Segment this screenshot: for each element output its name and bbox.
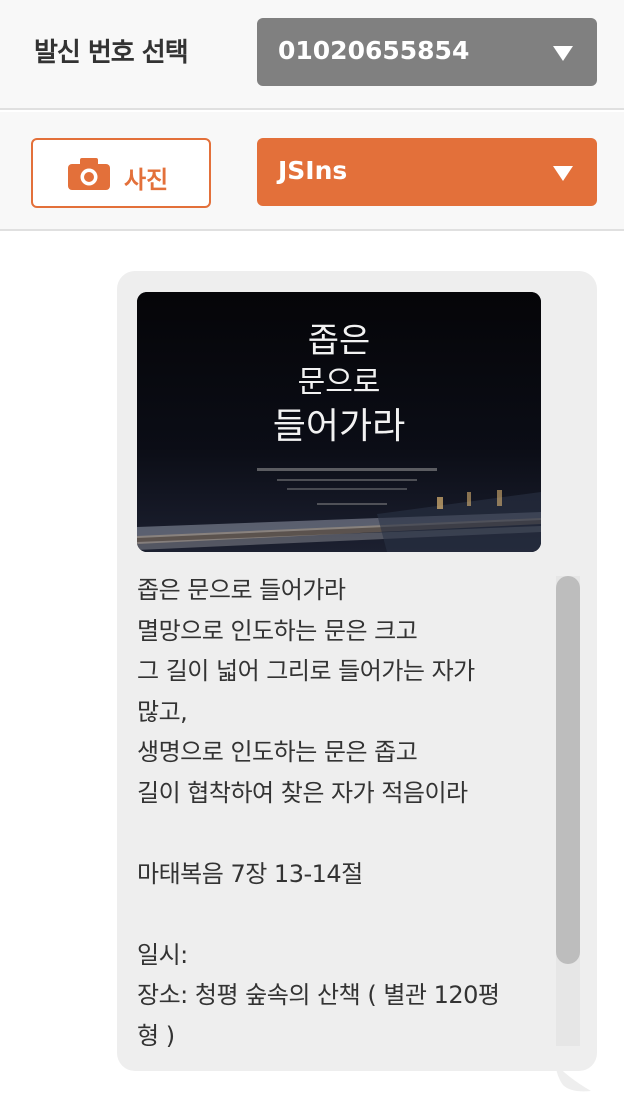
sender-number-select[interactable]: 01020655854 <box>257 18 597 86</box>
photo-button[interactable]: 사진 <box>31 138 211 208</box>
message-line: 좁은 문으로 들어가라 <box>137 576 346 604</box>
poster-title-line3: 들어가라 <box>273 406 405 447</box>
bubble-tail <box>555 1063 591 1092</box>
message-line: 생명으로 인도하는 문은 좁고 <box>137 738 418 766</box>
message-line: 일시: <box>137 940 188 969</box>
message-line: 형 ) <box>137 1021 175 1049</box>
camera-icon <box>68 158 110 190</box>
message-line <box>137 894 555 935</box>
message-text: 좁은 문으로 들어가라 멸망으로 인도하는 문은 크고 그 길이 넓어 그리로 … <box>137 570 555 1048</box>
message-line: 길이 협착하여 찾은 자가 적음이라 <box>137 778 468 807</box>
message-line: 그 길이 넓어 그리로 들어가는 자가 <box>137 657 475 685</box>
message-line: 멸망으로 인도하는 문은 크고 <box>137 616 418 645</box>
template-select[interactable]: JSIns <box>257 138 597 206</box>
chevron-down-icon <box>553 46 573 61</box>
poster-title-line1: 좁은 <box>308 321 371 361</box>
chevron-down-icon <box>553 166 573 181</box>
message-line: 마태복음 7장 13-14절 <box>137 859 363 888</box>
message-line: 장소: 청평 숲속의 산책 ( 별관 120평 <box>137 981 500 1009</box>
photo-button-label: 사진 <box>124 166 169 194</box>
poster-title-line2: 문으로 <box>298 365 381 400</box>
sender-number-label: 발신 번호 선택 <box>34 38 189 68</box>
message-line: 많고, <box>137 697 188 726</box>
template-select-value: JSIns <box>278 156 348 185</box>
message-image[interactable]: 좁은 문으로 들어가라 <box>137 292 541 552</box>
message-line <box>137 813 555 854</box>
scrollbar-thumb[interactable] <box>556 576 580 964</box>
sender-number-value: 01020655854 <box>278 36 470 65</box>
